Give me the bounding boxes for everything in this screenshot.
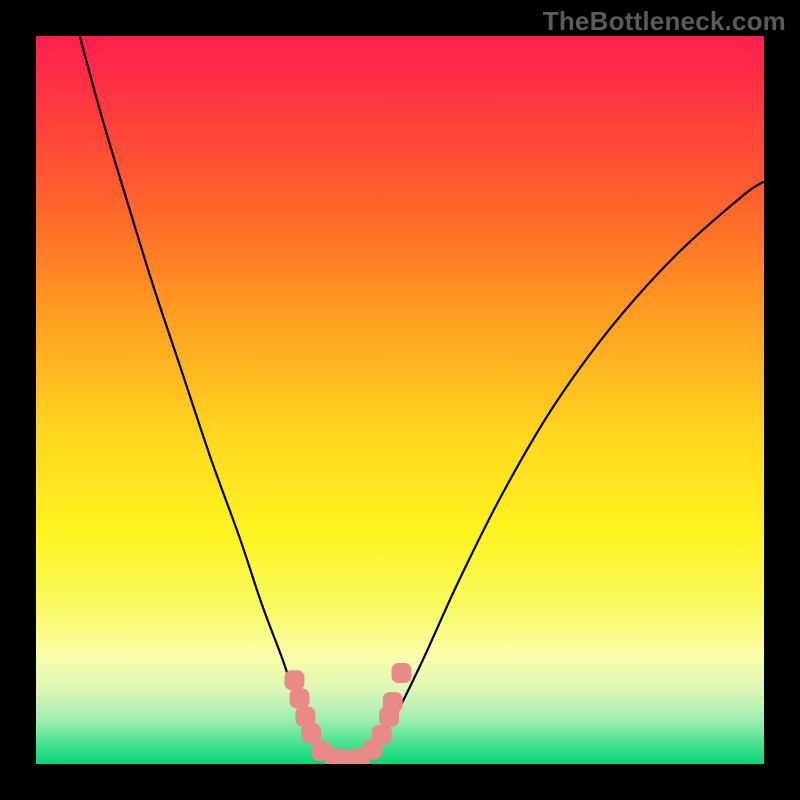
highlight-marker (284, 670, 304, 690)
chart-container: TheBottleneck.com (0, 0, 800, 800)
highlight-marker (383, 692, 403, 712)
watermark-label: TheBottleneck.com (543, 6, 786, 37)
highlight-marker (391, 663, 411, 683)
highlight-marker (372, 725, 392, 745)
bottleneck-chart (0, 0, 800, 800)
highlight-marker (301, 723, 321, 743)
plot-background (36, 36, 764, 764)
highlight-marker (290, 688, 310, 708)
